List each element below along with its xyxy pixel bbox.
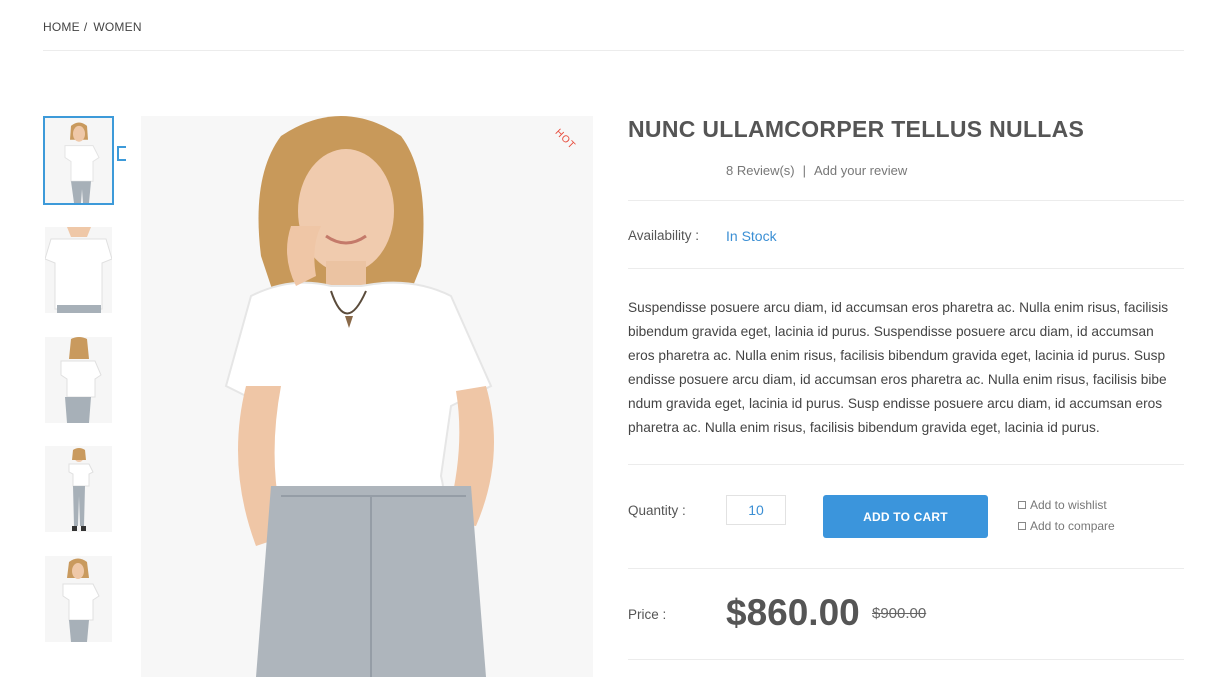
product-title: NUNC ULLAMCORPER TELLUS NULLAS	[628, 116, 1085, 142]
reviews-count-link[interactable]: 8 Review(s)	[726, 163, 795, 178]
divider	[43, 50, 1184, 51]
product-description: Suspendisse posuere arcu diam, id accums…	[628, 300, 1169, 435]
divider	[628, 464, 1184, 465]
availability-label: Availability :	[628, 228, 700, 243]
wishlist-checkbox-icon	[1018, 501, 1026, 509]
thumbnail-model-full[interactable]	[45, 446, 112, 532]
thumbnail-model-front-2[interactable]	[45, 556, 112, 642]
price-label: Price :	[628, 607, 667, 622]
breadcrumb-women-link[interactable]: WOMEN	[93, 20, 141, 34]
quantity-input[interactable]: 10	[726, 495, 786, 525]
reviews-summary: 8 Review(s) | Add your review	[726, 163, 907, 178]
add-to-cart-button[interactable]: ADD TO CART	[823, 495, 988, 538]
product-photo	[141, 116, 593, 677]
divider	[628, 659, 1184, 660]
divider	[628, 200, 1184, 201]
thumbnail-model-back[interactable]	[45, 337, 112, 423]
selected-thumbnail-indicator	[117, 146, 126, 161]
reviews-divider: |	[802, 163, 807, 178]
thumbnail-model-front[interactable]	[43, 116, 114, 205]
breadcrumb-home-link[interactable]: HOME	[43, 20, 80, 34]
current-price: $860.00	[726, 592, 860, 633]
thumbnail-tshirt-closeup[interactable]	[45, 227, 112, 313]
main-product-image[interactable]	[141, 116, 593, 677]
old-price: $900.00	[872, 605, 927, 622]
add-to-compare-link[interactable]: Add to compare	[1018, 519, 1115, 533]
divider	[628, 568, 1184, 569]
add-to-wishlist-link[interactable]: Add to wishlist	[1018, 498, 1107, 512]
breadcrumb: HOME / WOMEN	[43, 20, 142, 34]
add-to-wishlist-label: Add to wishlist	[1030, 498, 1107, 512]
quantity-label: Quantity :	[628, 503, 686, 518]
breadcrumb-separator: /	[83, 20, 88, 34]
availability-status: In Stock	[726, 228, 777, 244]
compare-checkbox-icon	[1018, 522, 1026, 530]
add-review-link[interactable]: Add your review	[814, 163, 907, 178]
add-to-compare-label: Add to compare	[1030, 519, 1115, 533]
divider	[628, 268, 1184, 269]
